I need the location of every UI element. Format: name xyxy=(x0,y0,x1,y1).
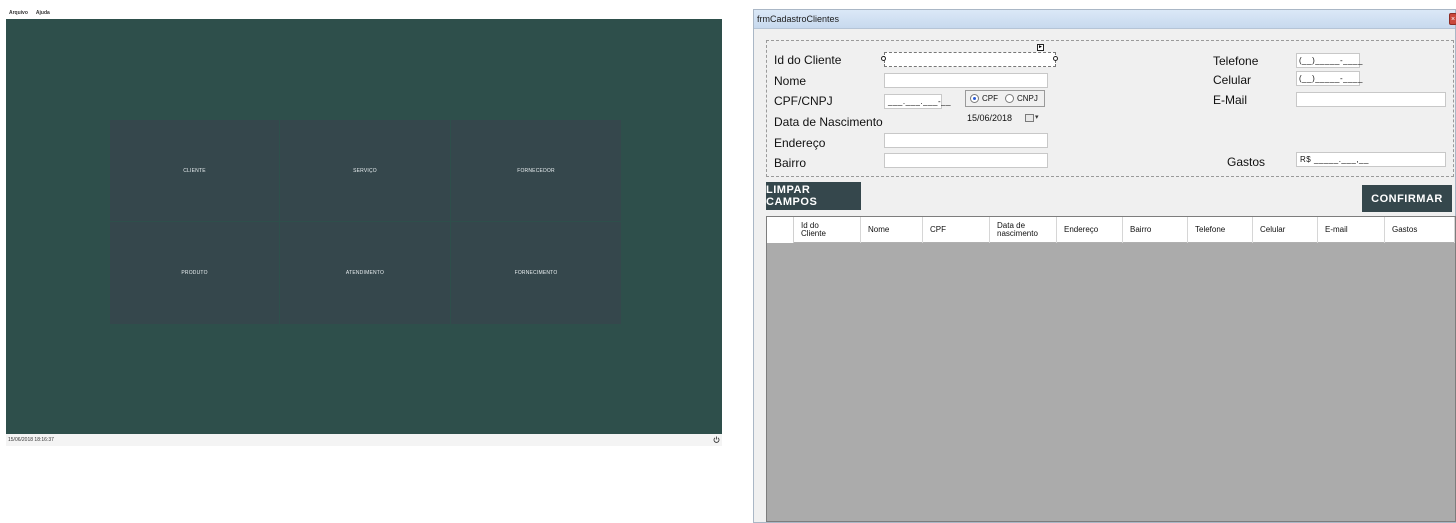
endereco-field[interactable] xyxy=(884,133,1048,148)
arrow-right-icon: ► xyxy=(1038,44,1043,50)
column-header-label: Celular xyxy=(1260,225,1286,234)
menu-arquivo[interactable]: Arquivo xyxy=(9,8,28,18)
radio-cnpj[interactable] xyxy=(1005,94,1014,103)
label-id-cliente: Id do Cliente xyxy=(774,53,842,67)
column-header-cpf[interactable]: CPF xyxy=(923,217,990,243)
selection-handle[interactable] xyxy=(1053,56,1058,61)
bairro-field[interactable] xyxy=(884,153,1048,168)
column-header-label: Nome xyxy=(868,225,890,234)
window-title: frmCadastroClientes xyxy=(757,14,840,24)
column-header-label: Id do Cliente xyxy=(801,221,826,238)
label-nome: Nome xyxy=(774,74,807,88)
gastos-mask: R$ _____.___,__ xyxy=(1300,155,1369,164)
celular-field[interactable]: (__)_____-____ xyxy=(1296,71,1363,86)
telefone-field[interactable]: (__)_____-____ xyxy=(1296,53,1363,68)
calendar-icon xyxy=(1025,114,1034,122)
label-cpf-cnpj: CPF/CNPJ xyxy=(774,94,833,108)
column-header-telefone[interactable]: Telefone xyxy=(1188,217,1253,243)
column-header-label: Gastos xyxy=(1392,225,1418,234)
celular-mask: (__)_____-____ xyxy=(1299,74,1363,83)
email-field[interactable] xyxy=(1296,92,1446,107)
tile-label: ATENDIMENTO xyxy=(345,270,385,276)
label-email: E-Mail xyxy=(1213,93,1248,107)
column-header-id[interactable]: Id do Cliente xyxy=(794,217,861,243)
column-header-label: CPF xyxy=(930,225,946,234)
close-button[interactable]: × xyxy=(1449,13,1456,25)
label-data-nascimento: Data de Nascimento xyxy=(774,115,883,129)
tile-cliente[interactable]: CLIENTE xyxy=(110,120,280,222)
power-icon[interactable] xyxy=(713,436,720,443)
close-icon: × xyxy=(1450,16,1456,23)
chevron-down-icon[interactable]: ▾ xyxy=(1035,110,1039,126)
column-header-nome[interactable]: Nome xyxy=(861,217,923,243)
main-menu-window: Arquivo Ajuda CLIENTE SERVIÇO FORNECEDOR… xyxy=(0,0,728,448)
clear-fields-button[interactable]: LIMPAR CAMPOS xyxy=(766,182,861,210)
tile-label: PRODUTO xyxy=(181,270,208,276)
main-panel: CLIENTE SERVIÇO FORNECEDOR PRODUTO ATEND… xyxy=(6,19,722,434)
label-endereco: Endereço xyxy=(774,136,826,150)
status-bar: 15/06/2018 18:16:37 xyxy=(6,434,722,446)
label-gastos: Gastos xyxy=(1227,155,1266,169)
label-telefone: Telefone xyxy=(1213,54,1259,68)
column-header-email[interactable]: E-mail xyxy=(1318,217,1385,243)
row-header-corner xyxy=(767,217,794,243)
column-header-label: Endereço xyxy=(1064,225,1099,234)
column-header-bairro[interactable]: Bairro xyxy=(1123,217,1188,243)
cpf-mask: ___.___.___-__ xyxy=(888,97,952,106)
column-header-celular[interactable]: Celular xyxy=(1253,217,1318,243)
column-header-label: Bairro xyxy=(1130,225,1152,234)
cpf-cnpj-field[interactable]: ___.___.___-__ xyxy=(884,94,951,109)
menu-ajuda[interactable]: Ajuda xyxy=(36,8,50,18)
menu-bar: Arquivo Ajuda xyxy=(0,8,50,18)
tile-fornecedor[interactable]: FORNECEDOR xyxy=(451,120,622,222)
column-header-label: Telefone xyxy=(1195,225,1226,234)
selection-handle[interactable] xyxy=(881,56,886,61)
radio-cnpj-label: CNPJ xyxy=(1017,94,1038,103)
label-bairro: Bairro xyxy=(774,156,807,170)
tile-fornecimento[interactable]: FORNECIMENTO xyxy=(451,222,622,325)
client-form-window: frmCadastroClientes × Id do Cliente Nome… xyxy=(753,9,1456,523)
column-header-label: E-mail xyxy=(1325,225,1348,234)
column-header-endereco[interactable]: Endereço xyxy=(1057,217,1123,243)
radio-cpf[interactable] xyxy=(970,94,979,103)
module-tile-grid: CLIENTE SERVIÇO FORNECEDOR PRODUTO ATEND… xyxy=(110,120,622,325)
data-nascimento-picker[interactable]: 15/06/2018 ▾ xyxy=(965,110,1045,126)
tile-produto[interactable]: PRODUTO xyxy=(110,222,280,325)
column-header-nascimento[interactable]: Data de nascimento xyxy=(990,217,1057,243)
label-celular: Celular xyxy=(1213,73,1252,87)
grid-header: Id do Cliente Nome CPF Data de nasciment… xyxy=(767,217,1455,243)
clients-data-grid[interactable]: Id do Cliente Nome CPF Data de nasciment… xyxy=(766,216,1456,522)
smart-tag[interactable]: ► xyxy=(1037,44,1044,51)
telefone-mask: (__)_____-____ xyxy=(1299,56,1363,65)
date-value: 15/06/2018 xyxy=(967,113,1013,123)
tile-label: SERVIÇO xyxy=(353,167,377,174)
radio-cpf-label: CPF xyxy=(982,94,998,103)
title-bar: frmCadastroClientes × xyxy=(754,10,1456,29)
status-datetime: 15/06/2018 18:16:37 xyxy=(8,437,54,443)
tile-label: FORNECIMENTO xyxy=(514,270,558,276)
tile-label: FORNECEDOR xyxy=(517,167,555,174)
id-cliente-field[interactable] xyxy=(884,52,1056,67)
column-header-label: Data de nascimento xyxy=(997,221,1038,238)
doc-type-group: CPF CNPJ xyxy=(965,90,1045,107)
tile-servico[interactable]: SERVIÇO xyxy=(280,120,451,222)
gastos-field[interactable]: R$ _____.___,__ xyxy=(1296,152,1446,167)
nome-field[interactable] xyxy=(884,73,1048,88)
column-header-gastos[interactable]: Gastos xyxy=(1385,217,1455,243)
tile-label: CLIENTE xyxy=(183,167,206,174)
confirm-button[interactable]: CONFIRMAR xyxy=(1362,185,1452,212)
tile-atendimento[interactable]: ATENDIMENTO xyxy=(280,222,451,325)
